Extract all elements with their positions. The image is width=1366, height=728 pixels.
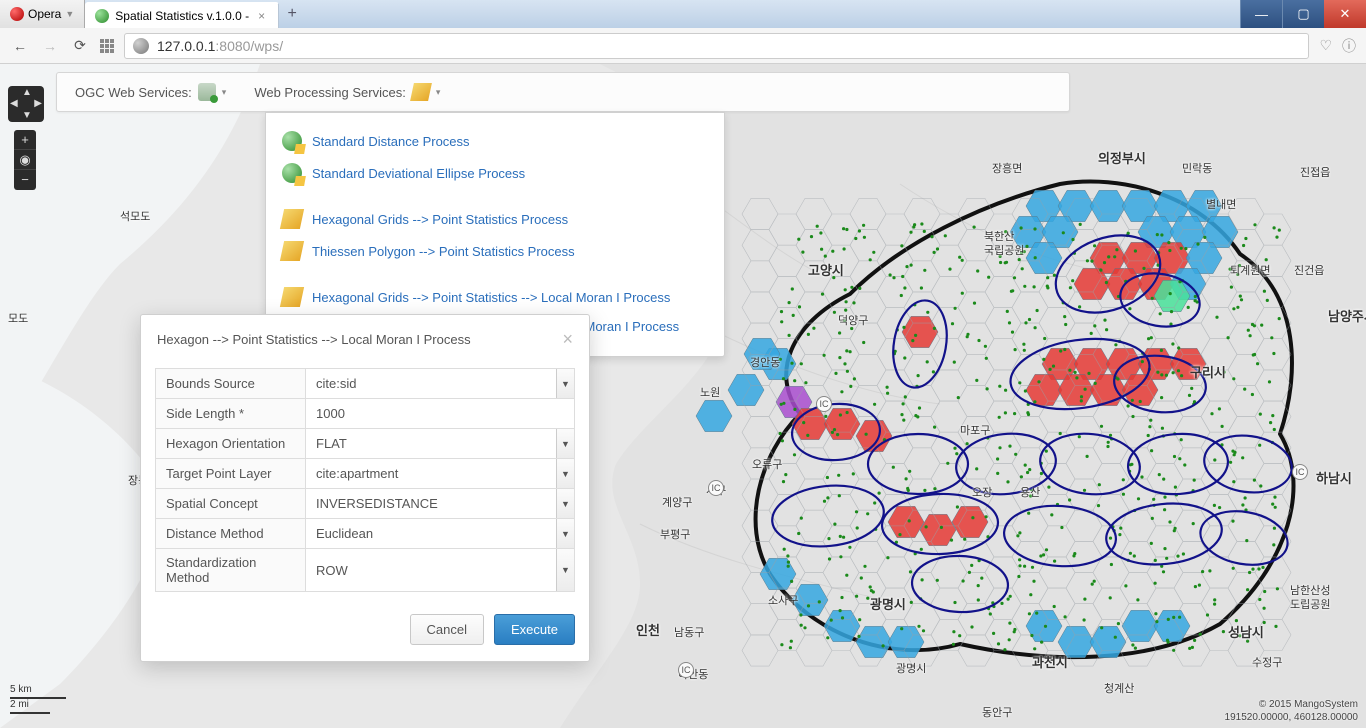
field-label: Bounds Source — [156, 369, 306, 399]
ogc-services-dropdown[interactable]: OGC Web Services: ▾ — [75, 83, 226, 101]
menu-item-label: Thiessen Polygon --> Point Statistics Pr… — [312, 244, 575, 259]
nav-reload-button[interactable]: ⟳ — [70, 37, 90, 54]
menu-item-label: Hexagonal Grids --> Point Statistics Pro… — [312, 212, 568, 227]
opera-icon — [10, 7, 24, 21]
pan-north-icon[interactable]: ▲ — [22, 87, 32, 98]
zoom-in-button[interactable]: + — [14, 130, 36, 150]
globe-process-icon — [282, 131, 302, 151]
opera-menu-button[interactable]: Opera ▼ — [0, 0, 85, 28]
field-label: Spatial Concept — [156, 489, 306, 519]
process-dialog: Hexagon --> Point Statistics --> Local M… — [140, 314, 590, 662]
field-label: Side Length * — [156, 399, 306, 429]
nav-forward-button[interactable]: → — [40, 38, 60, 54]
url-text: 127.0.0.1:8080/wps/ — [157, 38, 283, 54]
window-close-button[interactable]: ✕ — [1324, 0, 1366, 28]
dialog-form: Bounds Sourcecite:sid▼Side Length *1000H… — [155, 368, 575, 592]
chevron-down-icon: ▾ — [222, 87, 227, 98]
globe-process-icon — [282, 163, 302, 183]
opera-label: Opera — [28, 7, 61, 21]
apps-icon[interactable] — [100, 39, 114, 53]
site-identity-icon — [133, 38, 149, 54]
window-titlebar: Opera ▼ Spatial Statistics v.1.0.0 - × +… — [0, 0, 1366, 28]
window-maximize-button[interactable]: ▢ — [1282, 0, 1324, 28]
field-value[interactable]: cite:sid▼ — [306, 369, 575, 399]
menu-item-label: Hexagonal Grids --> Point Statistics -->… — [312, 290, 670, 305]
window-minimize-button[interactable]: — — [1240, 0, 1282, 28]
dropdown-arrow-icon[interactable]: ▼ — [556, 459, 574, 488]
info-icon[interactable]: ⓘ — [1342, 36, 1356, 56]
dialog-close-button[interactable]: × — [562, 329, 573, 350]
database-icon — [198, 83, 216, 101]
map-attribution: © 2015 MangoSystem 191520.00000, 460128.… — [1225, 699, 1358, 724]
tab-close-button[interactable]: × — [255, 9, 268, 23]
dropdown-arrow-icon[interactable]: ▼ — [556, 549, 574, 591]
field-label: Standardization Method — [156, 549, 306, 592]
field-value[interactable]: Euclidean▼ — [306, 519, 575, 549]
browser-tab-active[interactable]: Spatial Statistics v.1.0.0 - × — [85, 2, 279, 28]
tab-title: Spatial Statistics v.1.0.0 - — [115, 9, 249, 23]
window-controls: — ▢ ✕ — [1240, 0, 1366, 28]
zoom-control: + ◉ − — [14, 130, 36, 190]
globe-icon — [95, 9, 109, 23]
zoom-world-button[interactable]: ◉ — [14, 150, 36, 170]
pan-east-icon[interactable]: ▶ — [34, 98, 42, 109]
sheet-process-icon — [280, 209, 304, 229]
layer-icon — [410, 83, 432, 101]
menu-item[interactable]: Standard Distance Process — [266, 125, 724, 157]
field-label: Target Point Layer — [156, 459, 306, 489]
dropdown-arrow-icon[interactable]: ▼ — [556, 519, 574, 548]
zoom-out-button[interactable]: − — [14, 170, 36, 190]
chevron-down-icon: ▾ — [436, 87, 441, 98]
sheet-process-icon — [280, 241, 304, 261]
ogc-label: OGC Web Services: — [75, 85, 192, 100]
field-value[interactable]: ROW▼ — [306, 549, 575, 592]
menu-item[interactable]: Hexagonal Grids --> Point Statistics Pro… — [266, 203, 724, 235]
cancel-button[interactable]: Cancel — [410, 614, 484, 645]
dropdown-arrow-icon[interactable]: ▼ — [556, 369, 574, 398]
field-value[interactable]: 1000 — [306, 399, 575, 429]
menu-item-label: Standard Deviational Ellipse Process — [312, 166, 525, 181]
chevron-down-icon: ▼ — [65, 9, 74, 19]
field-value[interactable]: FLAT▼ — [306, 429, 575, 459]
new-tab-button[interactable]: + — [279, 0, 305, 28]
url-input[interactable]: 127.0.0.1:8080/wps/ — [124, 33, 1309, 59]
menu-item[interactable]: Hexagonal Grids --> Point Statistics -->… — [266, 281, 724, 313]
sheet-process-icon — [280, 287, 304, 307]
app-toolbar: OGC Web Services: ▾ Web Processing Servi… — [56, 72, 1070, 112]
menu-item[interactable]: Standard Deviational Ellipse Process — [266, 157, 724, 189]
dialog-title: Hexagon --> Point Statistics --> Local M… — [157, 332, 471, 347]
field-value[interactable]: INVERSEDISTANCE▼ — [306, 489, 575, 519]
browser-navbar: ← → ⟳ 127.0.0.1:8080/wps/ ♡ ⓘ — [0, 28, 1366, 64]
pan-south-icon[interactable]: ▼ — [22, 110, 32, 121]
menu-item-label: Standard Distance Process — [312, 134, 470, 149]
dropdown-arrow-icon[interactable]: ▼ — [556, 429, 574, 458]
field-label: Hexagon Orientation — [156, 429, 306, 459]
pan-west-icon[interactable]: ◀ — [10, 98, 18, 109]
field-label: Distance Method — [156, 519, 306, 549]
dropdown-arrow-icon[interactable]: ▼ — [556, 489, 574, 518]
bookmark-heart-icon[interactable]: ♡ — [1319, 37, 1332, 54]
execute-button[interactable]: Execute — [494, 614, 575, 645]
wps-services-dropdown[interactable]: Web Processing Services: ▾ — [254, 83, 440, 101]
menu-item-label: l Moran I Process — [578, 319, 679, 334]
map-viewport: 의정부시민락동장흥면별내면진접읍북한산국립공원퇴계원면진건읍고양시남양주시덕양구… — [0, 64, 1366, 728]
scale-bar: 5 km 2 mi — [10, 684, 66, 714]
wps-label: Web Processing Services: — [254, 85, 406, 100]
menu-item[interactable]: Thiessen Polygon --> Point Statistics Pr… — [266, 235, 724, 267]
pan-control[interactable]: ▲ ▼ ◀ ▶ — [8, 86, 44, 122]
field-value[interactable]: cite:apartment▼ — [306, 459, 575, 489]
nav-back-button[interactable]: ← — [10, 38, 30, 54]
